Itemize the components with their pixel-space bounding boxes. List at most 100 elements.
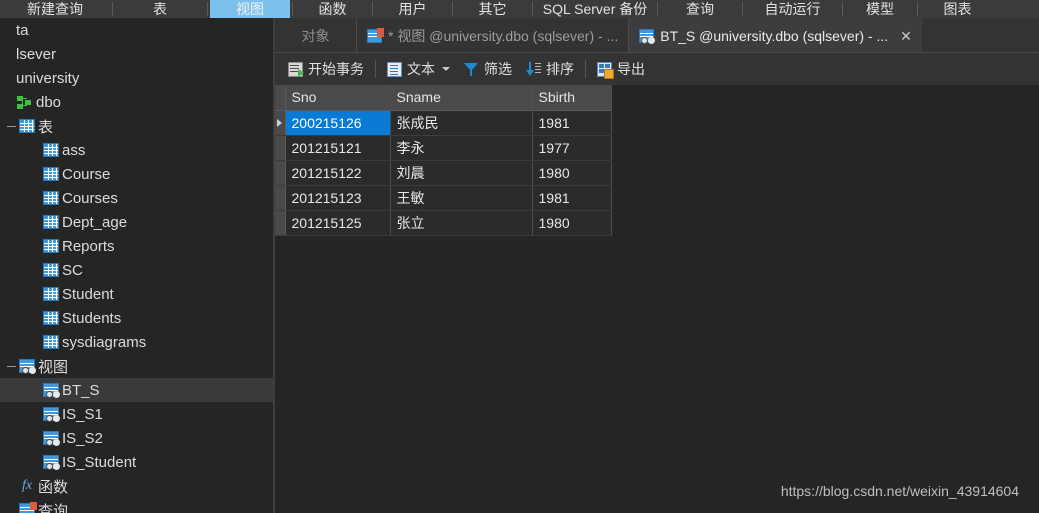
cell-sbirth[interactable]: 1981 bbox=[532, 110, 612, 136]
menu-item-2[interactable]: 视图 bbox=[210, 0, 290, 18]
document-tab-1[interactable]: BT_S @university.dbo (sqlsever) - ... ✕ bbox=[629, 18, 922, 53]
toolbar-button-label: 排序 bbox=[546, 61, 574, 77]
table-row[interactable]: 201215121 李永 1977 bbox=[275, 135, 612, 161]
tree-item-15[interactable]: BT_S bbox=[0, 378, 273, 402]
menu-item-3[interactable]: 函数 bbox=[295, 0, 370, 18]
cell-sname[interactable]: 王敏 bbox=[390, 185, 533, 211]
tree-item-label: Student bbox=[62, 285, 114, 303]
row-selector-cell[interactable] bbox=[275, 110, 286, 136]
document-tab-bar: 对象 * 视图 @university.dbo (sqlsever) - ... B… bbox=[275, 18, 1039, 53]
tab-objects[interactable]: 对象 bbox=[275, 18, 357, 53]
tree-item-0[interactable]: ta bbox=[0, 18, 273, 42]
tree-item-14[interactable]: 视图 bbox=[0, 354, 273, 378]
tree-item-7[interactable]: Courses bbox=[0, 186, 273, 210]
expand-toggle-icon[interactable] bbox=[6, 481, 17, 492]
tree-item-8[interactable]: Dept_age bbox=[0, 210, 273, 234]
tree-item-5[interactable]: ass bbox=[0, 138, 273, 162]
chevron-down-icon[interactable] bbox=[442, 67, 450, 71]
table-row[interactable]: 201215125 张立 1980 bbox=[275, 210, 612, 236]
table-icon bbox=[43, 287, 59, 301]
tree-item-label: IS_S2 bbox=[62, 429, 103, 447]
grid-toolbar: 开始事务 文本 筛选 排序 导出 bbox=[275, 53, 1039, 85]
cell-sname[interactable]: 李永 bbox=[390, 135, 533, 161]
menu-item-6[interactable]: SQL Server 备份 bbox=[535, 0, 655, 18]
results-data-grid[interactable]: Sno Sname Sbirth 200215126 张成民 1981 201215121… bbox=[275, 85, 612, 236]
menu-item-7[interactable]: 查询 bbox=[660, 0, 740, 18]
toolbar-button-3[interactable]: 排序 bbox=[519, 57, 581, 81]
menu-item-8[interactable]: 自动运行 bbox=[745, 0, 840, 18]
cell-sno[interactable]: 201215123 bbox=[285, 185, 391, 211]
grid-body[interactable]: 200215126 张成民 1981 201215121 李永 1977 201215122… bbox=[275, 110, 612, 236]
menu-item-9[interactable]: 模型 bbox=[845, 0, 915, 18]
editor-pane: 对象 * 视图 @university.dbo (sqlsever) - ... B… bbox=[275, 18, 1039, 513]
tree-item-19[interactable]: fx 函数 bbox=[0, 474, 273, 498]
cell-sno[interactable]: 201215125 bbox=[285, 210, 391, 236]
row-selector-cell[interactable] bbox=[275, 160, 286, 186]
sort-lines-icon bbox=[535, 62, 541, 64]
menu-item-1[interactable]: 表 bbox=[115, 0, 205, 18]
table-icon bbox=[43, 215, 59, 229]
cell-sname[interactable]: 张成民 bbox=[390, 110, 533, 136]
table-row[interactable]: 200215126 张成民 1981 bbox=[275, 110, 612, 136]
collapse-toggle-icon[interactable] bbox=[6, 121, 17, 132]
row-selector-cell[interactable] bbox=[275, 185, 286, 211]
table-row[interactable]: 201215123 王敏 1981 bbox=[275, 185, 612, 211]
tree-item-label: 查询 bbox=[38, 502, 69, 513]
tree-item-13[interactable]: sysdiagrams bbox=[0, 330, 273, 354]
tree-item-label: Dept_age bbox=[62, 213, 128, 231]
grid-column-header-2[interactable]: Sbirth bbox=[532, 85, 612, 111]
tree-item-2[interactable]: university bbox=[0, 66, 273, 90]
cell-sbirth[interactable]: 1980 bbox=[532, 160, 612, 186]
view-icon bbox=[639, 28, 655, 44]
menu-item-0[interactable]: 新建查询 bbox=[0, 0, 110, 18]
row-selector-cell[interactable] bbox=[275, 135, 286, 161]
cell-sbirth[interactable]: 1977 bbox=[532, 135, 612, 161]
tree-item-6[interactable]: Course bbox=[0, 162, 273, 186]
toolbar-button-2[interactable]: 筛选 bbox=[457, 57, 519, 81]
grid-column-header-1[interactable]: Sname bbox=[390, 85, 533, 111]
expand-toggle-icon[interactable] bbox=[6, 505, 17, 513]
menu-item-10[interactable]: 图表 bbox=[920, 0, 995, 18]
tree-item-label: 表 bbox=[38, 118, 54, 136]
table-icon bbox=[43, 191, 59, 205]
cell-sname[interactable]: 刘晨 bbox=[390, 160, 533, 186]
tree-item-11[interactable]: Student bbox=[0, 282, 273, 306]
toolbar-button-1[interactable]: 文本 bbox=[380, 57, 457, 81]
toolbar-button-0[interactable]: 开始事务 bbox=[281, 57, 371, 81]
document-tab-0[interactable]: * 视图 @university.dbo (sqlsever) - ... bbox=[357, 18, 630, 53]
schema-icon bbox=[17, 95, 33, 109]
toolbar-button-label: 筛选 bbox=[484, 61, 512, 77]
tree-item-9[interactable]: Reports bbox=[0, 234, 273, 258]
grid-column-header-0[interactable]: Sno bbox=[285, 85, 391, 111]
cell-sno[interactable]: 201215121 bbox=[285, 135, 391, 161]
tree-item-18[interactable]: IS_Student bbox=[0, 450, 273, 474]
tree-item-4[interactable]: 表 bbox=[0, 114, 273, 138]
menu-item-5[interactable]: 其它 bbox=[455, 0, 530, 18]
object-explorer-tree[interactable]: ta lsever university dbo 表 ass Course Courses De… bbox=[0, 18, 273, 513]
table-row[interactable]: 201215122 刘晨 1980 bbox=[275, 160, 612, 186]
tree-item-20[interactable]: 查询 bbox=[0, 498, 273, 513]
toolbar-button-label: 文本 bbox=[407, 61, 435, 77]
cell-sname[interactable]: 张立 bbox=[390, 210, 533, 236]
view-icon bbox=[43, 407, 59, 422]
tree-item-1[interactable]: lsever bbox=[0, 42, 273, 66]
tree-item-17[interactable]: IS_S2 bbox=[0, 426, 273, 450]
cell-sbirth[interactable]: 1980 bbox=[532, 210, 612, 236]
tree-item-10[interactable]: SC bbox=[0, 258, 273, 282]
close-icon[interactable]: ✕ bbox=[900, 29, 912, 43]
cell-sbirth[interactable]: 1981 bbox=[532, 185, 612, 211]
cell-sno[interactable]: 200215126 bbox=[285, 110, 391, 136]
collapse-toggle-icon[interactable] bbox=[6, 361, 17, 372]
tree-item-12[interactable]: Students bbox=[0, 306, 273, 330]
menu-separator bbox=[452, 2, 453, 16]
cell-sno[interactable]: 201215122 bbox=[285, 160, 391, 186]
tree-item-16[interactable]: IS_S1 bbox=[0, 402, 273, 426]
toolbar-button-4[interactable]: 导出 bbox=[590, 57, 652, 81]
menu-item-4[interactable]: 用户 bbox=[375, 0, 450, 18]
tree-item-3[interactable]: dbo bbox=[0, 90, 273, 114]
row-selector-cell[interactable] bbox=[275, 210, 286, 236]
